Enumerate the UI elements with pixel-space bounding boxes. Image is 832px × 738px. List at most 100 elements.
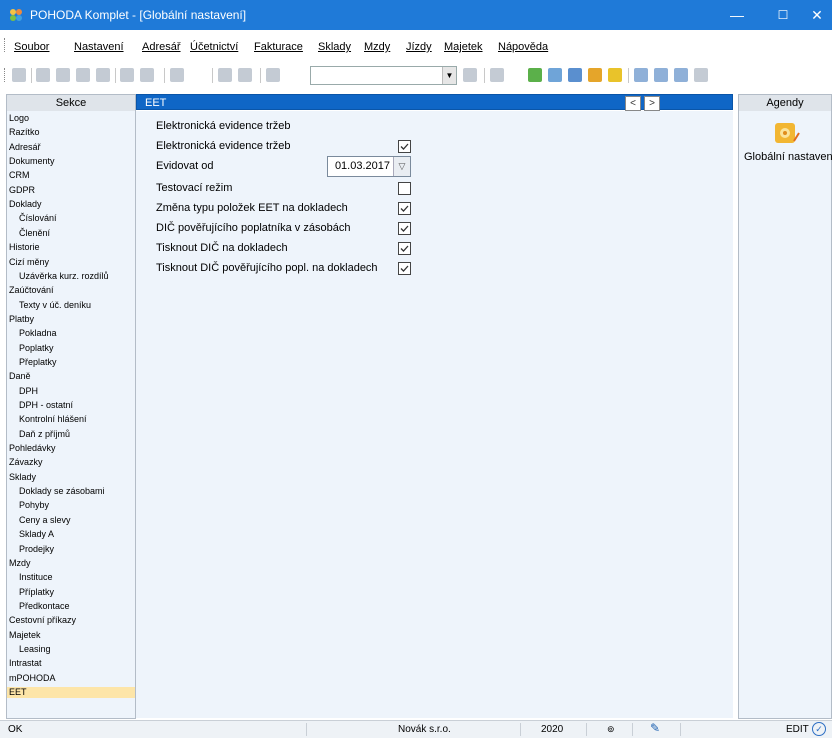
back-icon[interactable] — [170, 68, 184, 82]
sidebar-item[interactable]: EET — [7, 687, 135, 699]
sidebar-item[interactable]: Příplatky — [7, 587, 135, 598]
sidebar-item[interactable]: Daň z příjmů — [7, 429, 135, 440]
sidebar-item[interactable]: Adresář — [7, 142, 135, 153]
close-button[interactable]: ✕ — [794, 0, 832, 30]
sidebar-item[interactable]: Texty v úč. deníku — [7, 300, 135, 311]
sidebar-item[interactable]: Cestovní příkazy — [7, 615, 135, 626]
print-icon[interactable] — [12, 68, 26, 82]
sidebar-item[interactable]: Členění — [7, 228, 135, 239]
test-mode-label: Testovací režim — [156, 182, 233, 194]
sidebar-item[interactable]: GDPR — [7, 185, 135, 196]
menu-sklady[interactable]: Sklady — [318, 41, 351, 53]
sidebar-item[interactable]: Instituce — [7, 572, 135, 583]
help-icon[interactable] — [694, 68, 708, 82]
sidebar-item[interactable]: Předkontace — [7, 601, 135, 612]
sidebar-item[interactable]: Intrastat — [7, 658, 135, 669]
sidebar-item[interactable]: Doklady — [7, 199, 135, 210]
sidebar-item[interactable]: Mzdy — [7, 558, 135, 569]
folder-icon[interactable] — [490, 68, 504, 82]
sidebar-item[interactable]: Cizí měny — [7, 257, 135, 268]
sidebar-item[interactable]: Pohledávky — [7, 443, 135, 454]
grid-icon[interactable] — [654, 68, 668, 82]
sidebar-item[interactable]: DPH - ostatní — [7, 400, 135, 411]
menu-jizdy[interactable]: Jízdy — [406, 41, 432, 53]
new-record-icon[interactable] — [36, 68, 50, 82]
print-dic-authorizing-label: Tisknout DIČ pověřujícího popl. na dokla… — [156, 262, 378, 274]
sidebar-item[interactable]: Leasing — [7, 644, 135, 655]
save-icon[interactable] — [120, 68, 134, 82]
menu-soubor[interactable]: Soubor — [14, 41, 49, 53]
sidebar-item[interactable]: Sklady — [7, 472, 135, 483]
chevron-down-icon[interactable]: ▽ — [393, 157, 410, 176]
sidebar-item[interactable]: Pohyby — [7, 500, 135, 511]
sidebar-item[interactable]: Sklady A — [7, 529, 135, 540]
global-settings-icon[interactable] — [773, 119, 801, 147]
menu-sklady-label: Sklady — [318, 41, 352, 53]
minimize-button[interactable]: — — [714, 0, 760, 30]
users-icon[interactable] — [588, 68, 602, 82]
evidovat-od-label: Evidovat od — [156, 160, 214, 172]
eet-enabled-checkbox[interactable] — [398, 140, 411, 153]
sidebar-item[interactable]: Číslování — [7, 213, 135, 224]
test-mode-checkbox[interactable] — [398, 182, 411, 195]
menu-mzdy[interactable]: Mzdy — [364, 41, 390, 53]
list-icon[interactable] — [634, 68, 648, 82]
sidebar-item[interactable]: Prodejky — [7, 544, 135, 555]
sidebar-item[interactable]: Daně — [7, 371, 135, 382]
evidovat-od-date-field[interactable]: 01.03.2017 ▽ — [327, 156, 411, 177]
menu-ucetnictvi[interactable]: Účetnictví — [190, 41, 238, 53]
table-icon[interactable] — [548, 68, 562, 82]
menu-nastaveni[interactable]: Nastavení — [74, 41, 124, 53]
barcode-icon[interactable] — [608, 68, 622, 82]
toolbar-combobox[interactable]: ▼ — [310, 66, 457, 85]
sidebar-item[interactable]: mPOHODA — [7, 673, 135, 684]
status-bar: OK Novák s.r.o. 2020 ⊚ ✎ EDIT ✓ — [0, 720, 832, 738]
sidebar-item[interactable]: Logo — [7, 113, 135, 124]
change-item-type-checkbox[interactable] — [398, 202, 411, 215]
status-separator — [306, 723, 307, 736]
sidebar-item[interactable]: Razítko — [7, 127, 135, 138]
previous-section-button[interactable]: < — [625, 96, 641, 111]
layout-icon[interactable] — [674, 68, 688, 82]
green-leaf-icon[interactable] — [528, 68, 542, 82]
sidebar-item[interactable]: Kontrolní hlášení — [7, 414, 135, 425]
calculator-icon[interactable] — [568, 68, 582, 82]
sidebar-item[interactable]: Poplatky — [7, 343, 135, 354]
sidebar-item[interactable]: Majetek — [7, 630, 135, 641]
sidebar-item[interactable]: DPH — [7, 386, 135, 397]
sidebar-item[interactable]: Platby — [7, 314, 135, 325]
sidebar-item[interactable]: Pokladna — [7, 328, 135, 339]
title-bar: POHODA Komplet - [Globální nastavení] — … — [0, 0, 832, 30]
menu-napoveda[interactable]: Nápověda — [498, 41, 548, 53]
menu-adresar[interactable]: Adresář — [142, 41, 181, 53]
sekce-header: Sekce — [6, 94, 136, 112]
record-first-icon[interactable] — [218, 68, 232, 82]
global-settings-label[interactable]: Globální nastavení — [739, 151, 832, 163]
sidebar-item[interactable]: Doklady se zásobami — [7, 486, 135, 497]
sidebar-item[interactable]: Ceny a slevy — [7, 515, 135, 526]
check-icon[interactable] — [140, 68, 154, 82]
sidebar-item[interactable]: Závazky — [7, 457, 135, 468]
record-save-icon[interactable] — [238, 68, 252, 82]
sidebar-item[interactable]: CRM — [7, 170, 135, 181]
sidebar-item[interactable]: Přeplatky — [7, 357, 135, 368]
menu-majetek[interactable]: Majetek — [444, 41, 483, 53]
menu-fakturace[interactable]: Fakturace — [254, 41, 303, 53]
combo-arrow-icon[interactable]: ▼ — [442, 67, 456, 84]
toolbar-separator — [164, 68, 165, 83]
network-icon: ⊚ — [607, 724, 615, 734]
edit-record-icon[interactable] — [56, 68, 70, 82]
print-dic-checkbox[interactable] — [398, 242, 411, 255]
evidovat-od-date-value: 01.03.2017 — [334, 160, 390, 172]
dic-in-stock-checkbox[interactable] — [398, 222, 411, 235]
sidebar-item[interactable]: Dokumenty — [7, 156, 135, 167]
sidebar-item[interactable]: Zaúčtování — [7, 285, 135, 296]
filter-icon[interactable] — [463, 68, 477, 82]
copy-icon[interactable] — [266, 68, 280, 82]
delete-record-icon[interactable] — [96, 68, 110, 82]
sidebar-item[interactable]: Historie — [7, 242, 135, 253]
next-section-button[interactable]: > — [644, 96, 660, 111]
search-record-icon[interactable] — [76, 68, 90, 82]
sidebar-item[interactable]: Uzávěrka kurz. rozdílů — [7, 271, 135, 282]
print-dic-authorizing-checkbox[interactable] — [398, 262, 411, 275]
